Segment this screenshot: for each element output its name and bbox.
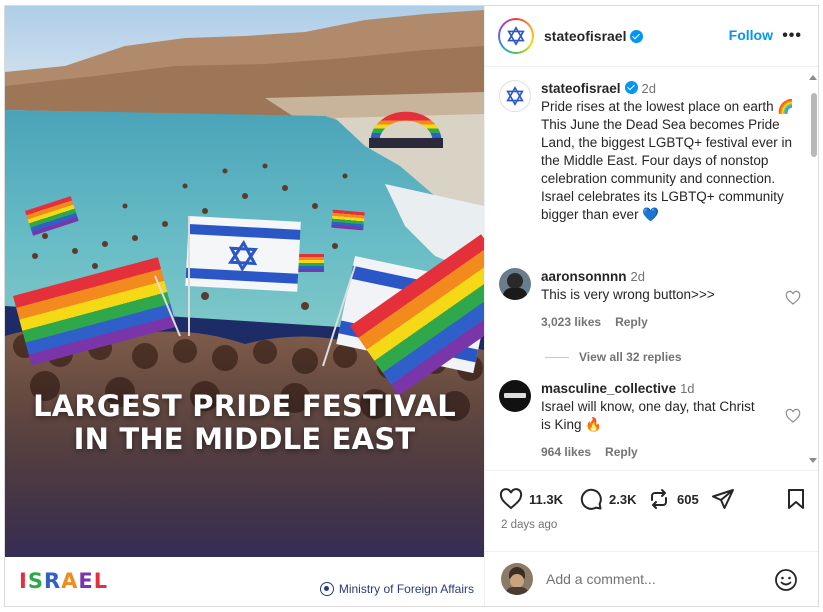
comment-input[interactable]: Add a comment... <box>546 571 656 587</box>
post-side-panel: stateofisrael Follow ••• stateofisrael 2d… <box>484 6 818 606</box>
repost-icon <box>651 489 667 509</box>
ministry-emblem-icon <box>319 582 334 596</box>
more-icon[interactable]: ••• <box>782 28 802 44</box>
image-headline: LARGEST PRIDE FESTIVAL IN THE MIDDLE EAS… <box>5 390 484 456</box>
scrollbar-thumb[interactable] <box>811 93 817 157</box>
caption-username[interactable]: stateofisrael <box>541 81 621 96</box>
heart-icon[interactable] <box>785 290 801 306</box>
comment-count[interactable]: 2.3K <box>609 492 636 507</box>
profile-avatar[interactable] <box>498 18 534 54</box>
comments-section[interactable]: stateofisrael 2d Pride rises at the lowes… <box>485 68 818 470</box>
scroll-down-icon[interactable] <box>809 458 817 463</box>
headline-line-1: LARGEST PRIDE FESTIVAL <box>33 389 456 423</box>
ministry-credit: Ministry of Foreign Affairs <box>319 582 474 596</box>
comment-time[interactable]: 1d <box>680 381 694 396</box>
comment-username[interactable]: aaronsonnnn <box>541 269 627 284</box>
view-replies-label[interactable]: View all 32 replies <box>579 350 682 364</box>
add-comment-bar: Add a comment... <box>485 551 818 606</box>
follow-button[interactable]: Follow <box>729 27 773 43</box>
comment-item: masculine_collective 1d Israel will know,… <box>499 380 801 461</box>
verified-icon <box>630 29 644 43</box>
scroll-up-icon[interactable] <box>809 75 817 80</box>
comment-action[interactable]: 2.3K <box>579 487 636 511</box>
post-header: stateofisrael Follow ••• <box>485 6 818 67</box>
star-of-david-icon <box>506 86 524 106</box>
repost-count[interactable]: 605 <box>677 492 699 507</box>
caption: stateofisrael 2d Pride rises at the lowes… <box>499 80 799 224</box>
header-username[interactable]: stateofisrael <box>544 28 626 44</box>
israel-logo: ISRAEL <box>19 569 109 593</box>
post-frame: LARGEST PRIDE FESTIVAL IN THE MIDDLE EAS… <box>4 5 819 607</box>
bookmark-icon <box>788 489 804 509</box>
dead-sea-festival-illustration <box>5 6 484 606</box>
user-avatar[interactable] <box>501 563 533 595</box>
share-action[interactable] <box>711 487 741 511</box>
comment-text: Israel will know, one day, that Christ i… <box>541 399 755 432</box>
post-image[interactable]: LARGEST PRIDE FESTIVAL IN THE MIDDLE EAS… <box>5 6 484 606</box>
caption-time[interactable]: 2d <box>642 81 656 96</box>
save-action[interactable] <box>784 487 814 511</box>
comment-icon <box>580 488 602 510</box>
share-icon <box>712 489 734 509</box>
heart-icon <box>499 488 523 510</box>
view-replies[interactable]: View all 32 replies <box>545 350 682 364</box>
repost-action[interactable]: 605 <box>647 487 699 511</box>
comment-text: This is very wrong button>>> <box>541 287 715 302</box>
comment-time[interactable]: 2d <box>631 269 645 284</box>
heart-icon[interactable] <box>785 408 801 424</box>
verified-icon <box>624 81 638 94</box>
commenter-avatar[interactable] <box>499 380 531 412</box>
emoji-icon[interactable] <box>774 568 798 592</box>
comment-username[interactable]: masculine_collective <box>541 381 676 396</box>
caption-avatar[interactable] <box>499 80 531 112</box>
comment-likes[interactable]: 3,023 likes <box>541 313 601 331</box>
like-action[interactable]: 11.3K <box>499 487 563 511</box>
commenter-avatar[interactable] <box>499 268 531 300</box>
reply-button[interactable]: Reply <box>605 443 638 461</box>
comment-likes[interactable]: 964 likes <box>541 443 591 461</box>
like-count[interactable]: 11.3K <box>529 492 563 507</box>
star-of-david-icon <box>507 26 525 46</box>
ministry-text: Ministry of Foreign Affairs <box>338 582 474 596</box>
post-date[interactable]: 2 days ago <box>501 519 557 531</box>
caption-text: Pride rises at the lowest place on earth… <box>541 99 795 222</box>
headline-line-2: IN THE MIDDLE EAST <box>73 422 416 456</box>
reply-button[interactable]: Reply <box>615 313 648 331</box>
replies-divider <box>545 356 569 358</box>
comment-item: aaronsonnnn 2d This is very wrong button>… <box>499 268 801 331</box>
